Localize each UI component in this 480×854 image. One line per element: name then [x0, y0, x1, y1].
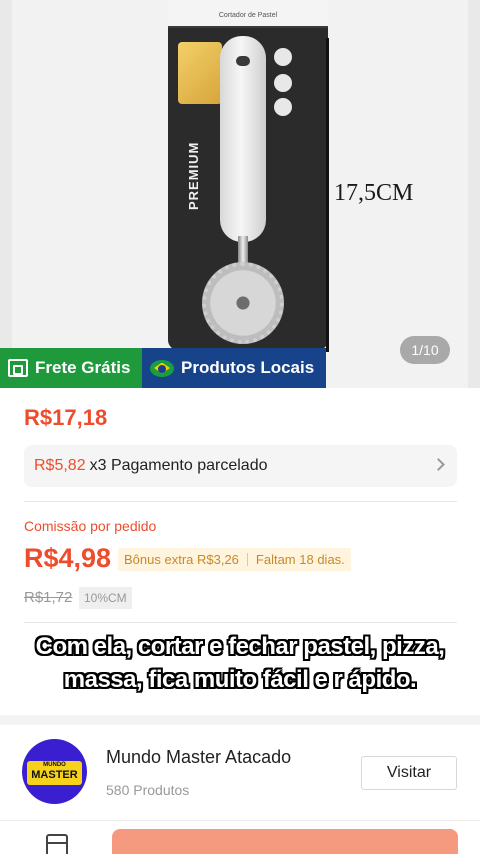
visit-store-button[interactable]: Visitar — [361, 756, 457, 790]
image-edge-right — [468, 0, 480, 388]
commission-value: R$4,98 — [24, 543, 112, 573]
local-products-tag: Produtos Locais — [142, 348, 326, 388]
free-shipping-label: Frete Grátis — [35, 358, 131, 377]
store-logo-small-text: MUNDO — [43, 762, 66, 768]
measure-line — [326, 38, 329, 352]
bonus-badge: Bônus extra R$3,26 Faltam 18 dias. — [118, 548, 351, 571]
free-shipping-tag: Frete Grátis — [0, 348, 142, 388]
cheese-image — [178, 42, 222, 104]
store-logo-big-text: MASTER — [31, 769, 78, 781]
image-counter: 1/10 — [400, 336, 450, 364]
local-products-label: Produtos Locais — [181, 358, 315, 377]
store-logo-badge: MUNDO MASTER — [27, 761, 82, 785]
product-package: Cortador de Pastel PREMIUM — [168, 0, 328, 350]
video-caption: Com ela, cortar e fechar pastel, pizza, … — [35, 633, 445, 693]
installment-text: x3 Pagamento parcelado — [89, 457, 268, 474]
feature-badge-3 — [274, 98, 292, 116]
handle-hole — [236, 56, 250, 66]
brazil-flag-icon — [150, 359, 174, 377]
bottom-bar-divider — [0, 820, 480, 821]
product-image[interactable]: Cortador de Pastel PREMIUM 17,5CM 1/10 — [0, 0, 480, 388]
installment-row[interactable]: R$5,82 x3 Pagamento parcelado — [24, 445, 457, 487]
store-icon[interactable] — [46, 834, 68, 854]
package-brand: Cortador de Pastel — [218, 12, 278, 19]
section-gap — [0, 715, 480, 725]
store-logo[interactable]: MUNDO MASTER — [22, 739, 87, 804]
product-photo: Cortador de Pastel PREMIUM 17,5CM — [12, 0, 468, 388]
installment-price: R$5,82 — [34, 457, 86, 474]
commission-percent: 10%CM — [79, 587, 132, 609]
shipping-icon — [8, 359, 28, 377]
measure-label: 17,5CM — [334, 180, 414, 206]
bonus-text: Bônus extra R$3,26 — [124, 552, 239, 567]
divider — [24, 501, 457, 502]
store-product-count: 580 Produtos — [106, 782, 190, 798]
old-commission: R$1,72 — [24, 589, 73, 606]
package-header: Cortador de Pastel — [168, 0, 328, 28]
bonus-separator — [246, 553, 248, 566]
chevron-right-icon — [432, 458, 445, 471]
image-edge-left — [0, 0, 12, 388]
package-side-text: PREMIUM — [186, 141, 201, 210]
cutter-wheel — [202, 262, 284, 344]
feature-badge-2 — [274, 74, 292, 92]
divider — [24, 622, 457, 623]
days-left-text: Faltam 18 dias. — [255, 552, 345, 567]
product-price: R$17,18 — [24, 405, 108, 430]
feature-badge-1 — [274, 48, 292, 66]
store-name[interactable]: Mundo Master Atacado — [106, 747, 291, 768]
commission-label: Comissão por pedido — [24, 518, 157, 534]
action-button[interactable] — [112, 829, 458, 854]
cutter-handle — [220, 36, 266, 242]
